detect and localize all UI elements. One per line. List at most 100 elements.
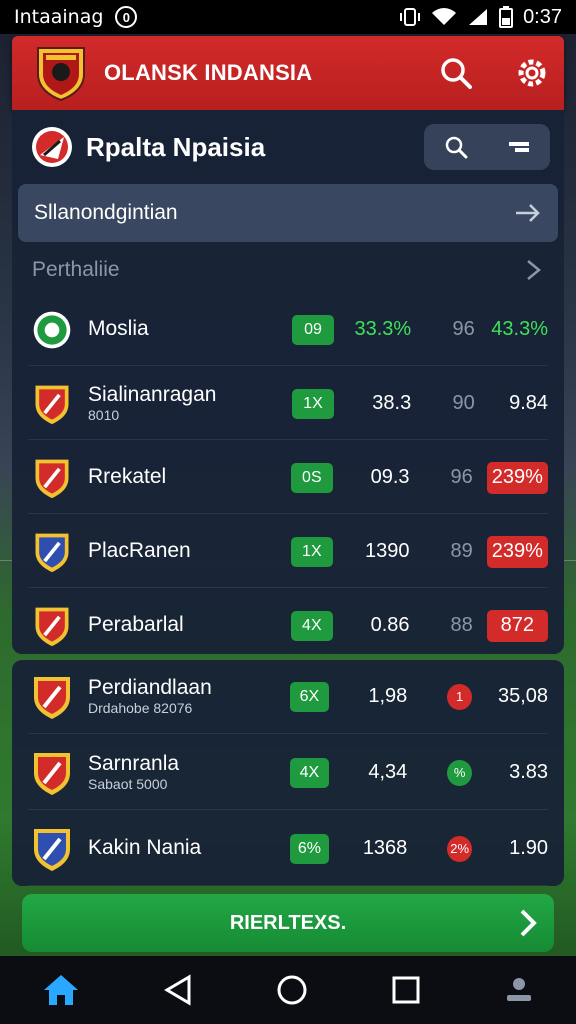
team-name: Kakin Nania <box>88 837 250 859</box>
recents-icon[interactable] <box>391 975 421 1005</box>
vibrate-icon <box>400 8 421 26</box>
team-crest-icon <box>33 311 71 348</box>
odds-badge[interactable]: 1X <box>291 388 335 419</box>
club-logo <box>37 47 85 102</box>
value-change: 9.84 <box>509 392 549 414</box>
odds-badge[interactable]: 0S <box>290 462 333 493</box>
search-icon[interactable] <box>444 135 468 159</box>
team-name-label: Sialinanragan <box>88 383 217 407</box>
value-primary: 1,98 <box>368 685 408 707</box>
signal-icon <box>469 9 488 25</box>
odds-badge[interactable]: 6X <box>289 681 330 712</box>
odds-badge[interactable]: 1X <box>290 536 333 567</box>
wifi-icon <box>432 8 457 25</box>
value-primary: 1368 <box>362 837 408 859</box>
league-crest-icon <box>32 127 72 167</box>
table-row[interactable]: Sialinanragan 8010 1X 38.3 90 9.84 <box>28 368 548 440</box>
value-secondary: 96 <box>452 318 475 340</box>
odds-badge[interactable]: 4X <box>289 757 330 788</box>
odds-badge[interactable]: 4X <box>290 610 333 641</box>
profile-icon[interactable] <box>504 975 534 1005</box>
table-row[interactable]: PlacRanen 1X 1390 89 239% <box>28 516 548 588</box>
team-name-label: Sarnranla <box>88 752 180 776</box>
fixture-row[interactable]: Perdiandlaan Drdahobe 82076 6X 1,98 1 35,08 <box>28 660 548 734</box>
app-header: OLANSK INDANSIA <box>12 36 564 110</box>
value-change: 43.3% <box>491 318 549 340</box>
fixture-row[interactable]: Sarnranla Sabaot 5000 4X 4,34% 3.83 <box>28 736 548 810</box>
team-name: Sarnranla Sabaot 5000 <box>88 753 250 792</box>
team-name-label: Rrekatel <box>88 465 167 489</box>
primary-action-button[interactable]: RIERLTEXS. <box>22 894 554 952</box>
status-dot: % <box>447 759 473 786</box>
app-title: OLANSK INDANSIA <box>104 60 313 85</box>
value-secondary: 89 <box>450 540 473 562</box>
table-row[interactable]: Rrekatel 0S 09.3 96 239% <box>28 442 548 514</box>
value-total: 3.83 <box>509 761 549 783</box>
table-row[interactable]: Perabarlal 4X 0.86 88 872 <box>28 590 548 662</box>
fixtures-panel: Perdiandlaan Drdahobe 82076 6X 1,98 1 35,08 Sa… <box>12 660 564 886</box>
team-subtitle: 8010 <box>88 407 120 424</box>
notification-count: 0 <box>115 6 138 28</box>
gear-icon[interactable] <box>516 57 548 89</box>
value-primary: 4,34 <box>368 761 408 783</box>
team-subtitle: Drdahobe 82076 <box>88 700 193 717</box>
team-crest-icon <box>34 676 70 719</box>
search-icon[interactable] <box>440 57 472 89</box>
team-name-label: Kakin Nania <box>88 836 202 860</box>
battery-icon <box>499 6 514 28</box>
team-name: Perdiandlaan Drdahobe 82076 <box>88 677 250 716</box>
chevron-right-icon <box>520 909 537 937</box>
section-title[interactable]: Perthaliie <box>32 254 544 286</box>
panel-actions <box>424 124 550 170</box>
team-crest-icon <box>35 459 69 498</box>
table-row[interactable]: Moslia 09 33.3% 96 43.3% <box>28 294 548 366</box>
team-crest-icon <box>35 533 69 572</box>
clock: 0:37 <box>523 5 562 28</box>
team-name: Moslia <box>88 318 252 340</box>
carrier-name: Intaainag <box>14 6 104 28</box>
panel-heading: Rpalta Npaisia <box>86 131 266 162</box>
value-primary: 33.3% <box>354 318 412 340</box>
value-secondary: 90 <box>452 392 475 414</box>
section-title-label: Perthaliie <box>32 258 120 281</box>
team-name: PlacRanen <box>88 540 251 562</box>
team-crest-icon <box>35 385 69 424</box>
value-primary: 38.3 <box>372 392 412 414</box>
team-name: Perabarlal <box>88 614 251 636</box>
value-primary: 09.3 <box>370 466 410 488</box>
standings-panel: Rpalta Npaisia Sllanondgintian Perthalii… <box>12 110 564 662</box>
team-crest-icon <box>34 828 70 871</box>
status-bar: Intaainag 0 0:37 <box>0 0 576 34</box>
team-crest-icon <box>34 752 70 795</box>
primary-action-label: RIERLTEXS. <box>229 911 347 934</box>
status-dot: 2% <box>447 835 473 862</box>
team-subtitle: Sabaot 5000 <box>88 776 168 793</box>
odds-badge[interactable]: 09 <box>291 314 335 345</box>
chevron-right-icon <box>527 260 541 280</box>
value-total: 35,08 <box>497 685 549 707</box>
value-change: 239% <box>486 461 548 494</box>
value-primary: 0.86 <box>370 614 410 636</box>
home-circle-icon[interactable] <box>276 974 308 1006</box>
value-change: 872 <box>486 609 548 642</box>
value-secondary: 88 <box>450 614 473 636</box>
odds-badge[interactable]: 6% <box>289 833 330 864</box>
value-change: 239% <box>486 535 548 568</box>
competition-selector[interactable]: Sllanondgintian <box>18 184 558 242</box>
fixture-row[interactable]: Kakin Nania 6% 1368 2% 1.90 <box>28 812 548 886</box>
team-name-label: PlacRanen <box>88 539 191 563</box>
team-name-label: Perdiandlaan <box>88 676 212 700</box>
value-secondary: 96 <box>450 466 473 488</box>
team-name: Rrekatel <box>88 466 251 488</box>
team-name: Sialinanragan 8010 <box>88 384 252 423</box>
team-name-label: Moslia <box>88 317 149 341</box>
home-icon[interactable] <box>42 973 80 1007</box>
arrow-right-icon <box>516 204 540 222</box>
system-nav-bar <box>0 956 576 1024</box>
back-icon[interactable] <box>163 974 193 1006</box>
menu-icon[interactable] <box>507 139 531 155</box>
value-primary: 1390 <box>365 540 410 562</box>
panel-header: Rpalta Npaisia <box>30 122 550 172</box>
value-total: 1.90 <box>509 837 549 859</box>
team-crest-icon <box>35 607 69 646</box>
